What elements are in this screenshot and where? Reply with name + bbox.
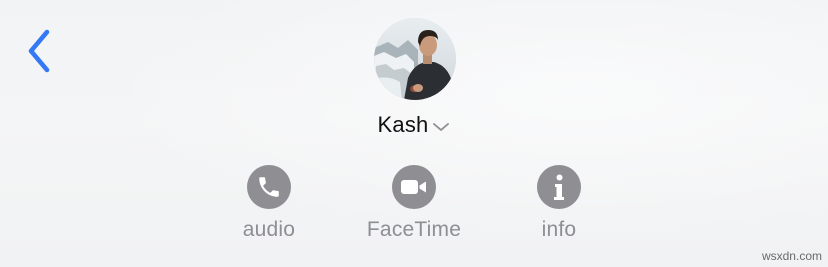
facetime-button[interactable]: FaceTime: [359, 165, 469, 242]
chevron-down-icon: [432, 121, 450, 133]
audio-button[interactable]: audio: [214, 165, 324, 242]
video-camera-icon: [392, 165, 436, 209]
chevron-left-icon: [28, 29, 50, 73]
contact-name: Kash: [377, 112, 429, 137]
contact-avatar[interactable]: [374, 18, 456, 100]
facetime-label: FaceTime: [366, 218, 462, 241]
audio-label: audio: [242, 218, 296, 241]
back-button[interactable]: [20, 28, 58, 74]
info-button[interactable]: info: [504, 165, 614, 242]
watermark-text: wsxdn.com: [761, 249, 822, 263]
info-icon: [537, 165, 581, 209]
info-label: info: [541, 218, 577, 241]
contact-name-row[interactable]: Kash: [0, 110, 828, 140]
phone-icon: [247, 165, 291, 209]
avatar-photo: [374, 18, 456, 100]
